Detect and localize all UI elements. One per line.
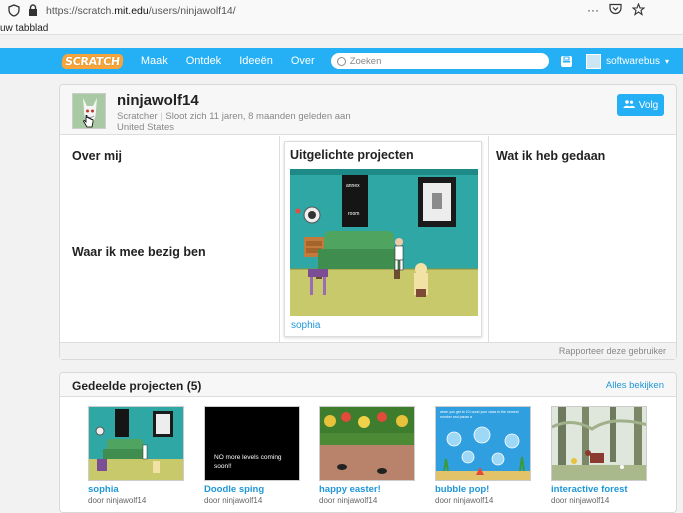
profile-country: United States — [117, 122, 175, 133]
nav-link-explore[interactable]: Ontdek — [186, 55, 221, 67]
activity-title: Wat ik heb gedaan — [496, 149, 606, 163]
project-title[interactable]: Doodle sping — [204, 484, 302, 495]
nav-right: softwarebus ▾ — [534, 48, 669, 74]
scratch-navbar: SCRATCH Maak Ontdek Ideeën Over Zoeken s… — [0, 48, 683, 74]
lock-icon[interactable] — [28, 4, 40, 18]
people-icon — [623, 100, 635, 110]
project-title[interactable]: interactive forest — [551, 484, 649, 495]
project-item[interactable]: happy easter! door ninjawolf14 — [319, 406, 417, 505]
see-all-link[interactable]: Alles bekijken — [606, 380, 664, 391]
url-actions: ··· — [587, 2, 646, 19]
project-thumbnail-text: when you get to 10 round your class to t… — [440, 410, 519, 419]
user-menu-name: softwarebus — [606, 55, 660, 67]
project-author[interactable]: door ninjawolf14 — [435, 496, 533, 505]
shared-projects-card: Gedeelde projecten (5) Alles bekijken so… — [59, 372, 677, 513]
bookmark-star-icon[interactable] — [631, 2, 646, 19]
project-item[interactable]: NO more levels coming soon!! Doodle spin… — [204, 406, 302, 505]
profile-header: ninjawolf14 Scratcher | Sloot zich 11 ja… — [60, 85, 676, 135]
featured-project-title[interactable]: sophia — [291, 320, 320, 331]
follow-button[interactable]: Volg — [617, 94, 664, 116]
project-thumbnail[interactable] — [88, 406, 184, 481]
url-text[interactable]: https://scratch.mit.edu/users/ninjawolf1… — [46, 5, 236, 17]
profile-username: ninjawolf14 — [117, 92, 199, 109]
shield-icon[interactable] — [8, 4, 22, 18]
column-divider — [488, 136, 489, 343]
more-actions-icon[interactable]: ··· — [587, 3, 599, 19]
profile-role: Scratcher — [117, 111, 158, 122]
nav-link-about[interactable]: Over — [291, 55, 315, 67]
project-item[interactable]: interactive forest door ninjawolf14 — [551, 406, 649, 505]
working-on-title: Waar ik mee bezig ben — [72, 245, 206, 259]
project-title[interactable]: sophia — [88, 484, 186, 495]
project-item[interactable]: sophia door ninjawolf14 — [88, 406, 186, 505]
chevron-down-icon: ▾ — [664, 56, 669, 66]
project-thumbnail[interactable] — [551, 406, 647, 481]
report-user-link[interactable]: Rapporteer deze gebruiker — [559, 346, 666, 356]
featured-room-text: room — [348, 211, 359, 217]
nav-link-create[interactable]: Maak — [141, 55, 168, 67]
url-prefix: https://scratch. — [46, 5, 115, 17]
pocket-icon[interactable] — [609, 3, 622, 19]
search-input[interactable]: Zoeken — [330, 53, 549, 69]
profile-meta: Scratcher | Sloot zich 11 jaren, 8 maand… — [117, 111, 351, 122]
shared-projects-title: Gedeelde projecten (5) — [72, 379, 202, 393]
about-me-title: Over mij — [72, 149, 123, 163]
featured-project-card[interactable]: Uitgelichte projecten annex room sophia — [284, 141, 482, 337]
column-divider — [279, 136, 280, 343]
profile-footer: Rapporteer deze gebruiker — [60, 342, 676, 359]
browser-toolbar: https://scratch.mit.edu/users/ninjawolf1… — [0, 0, 683, 35]
nav-link-ideas[interactable]: Ideeën — [239, 55, 273, 67]
shared-projects-header: Gedeelde projecten (5) Alles bekijken — [60, 373, 676, 397]
messages-icon[interactable] — [534, 56, 548, 66]
user-avatar — [586, 53, 602, 69]
project-author[interactable]: door ninjawolf14 — [88, 496, 186, 505]
project-author[interactable]: door ninjawolf14 — [204, 496, 302, 505]
project-author[interactable]: door ninjawolf14 — [319, 496, 417, 505]
address-bar[interactable]: https://scratch.mit.edu/users/ninjawolf1… — [0, 0, 683, 22]
user-menu[interactable]: softwarebus ▾ — [586, 53, 669, 69]
project-author[interactable]: door ninjawolf14 — [551, 496, 649, 505]
project-thumbnail[interactable] — [319, 406, 415, 481]
cursor-hand-icon — [82, 114, 94, 132]
search-icon — [336, 56, 346, 66]
project-title[interactable]: happy easter! — [319, 484, 417, 495]
profile-joined: Sloot zich 11 jaren, 8 maanden geleden a… — [165, 111, 351, 122]
bookmark-tab-label[interactable]: uw tabblad — [0, 23, 48, 34]
featured-sign-text: annex — [346, 183, 360, 189]
project-thumbnail[interactable]: when you get to 10 round your class to t… — [435, 406, 531, 481]
project-item[interactable]: when you get to 10 round your class to t… — [435, 406, 533, 505]
project-title[interactable]: bubble pop! — [435, 484, 533, 495]
nav-left: SCRATCH Maak Ontdek Ideeën Over Zoeken — [61, 48, 549, 74]
search-placeholder: Zoeken — [349, 55, 382, 67]
project-thumbnail-text: NO more levels coming soon!! — [214, 454, 282, 470]
url-domain: mit.edu — [114, 5, 149, 17]
project-thumbnail[interactable]: NO more levels coming soon!! — [204, 406, 300, 481]
my-stuff-icon[interactable] — [561, 55, 573, 67]
follow-label: Volg — [638, 99, 659, 111]
profile-card: ninjawolf14 Scratcher | Sloot zich 11 ja… — [59, 84, 677, 360]
featured-title: Uitgelichte projecten — [290, 148, 414, 162]
scratch-logo[interactable]: SCRATCH — [61, 53, 124, 69]
featured-project-thumbnail[interactable]: annex room — [290, 169, 478, 316]
url-suffix: /users/ninjawolf14/ — [148, 5, 236, 17]
